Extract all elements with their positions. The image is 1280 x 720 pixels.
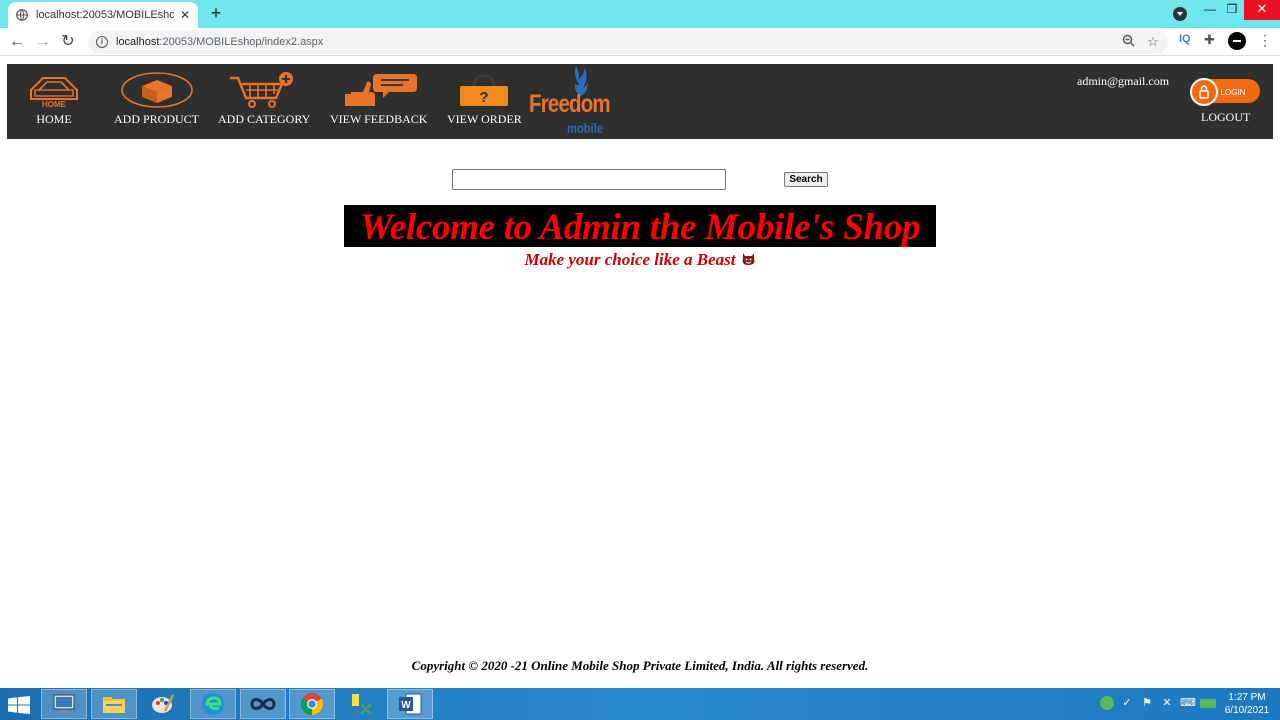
windows-taskbar: W ✓ ⚑ ✕ ⌨ 1:27 PM 6/10/2021	[0, 688, 1280, 720]
url-text: localhost:20053/MOBILEshop/index2.aspx	[116, 36, 324, 48]
nav-view-feedback-label: VIEW FEEDBACK	[330, 112, 428, 126]
browser-toolbar: ← → ↻ i localhost:20053/MOBILEshop/index…	[0, 28, 1280, 56]
taskbar-app-paint[interactable]	[140, 689, 186, 719]
home-icon: HOME	[25, 72, 83, 108]
taskbar-app-tools[interactable]	[338, 689, 384, 719]
restore-button[interactable]: ❐	[1220, 0, 1244, 20]
nav-view-order[interactable]: ? VIEW ORDER	[447, 72, 522, 127]
new-tab-button[interactable]: +	[206, 4, 226, 24]
taskbar-app-edge[interactable]	[190, 689, 236, 719]
network-status-icon[interactable]	[1100, 696, 1114, 710]
svg-text:HOME: HOME	[42, 100, 67, 108]
svg-text:LOGIN: LOGIN	[1221, 88, 1246, 97]
nav-add-category-label: ADD CATEGORY	[218, 112, 311, 126]
nav-view-order-label: VIEW ORDER	[447, 112, 522, 126]
svg-text:W: W	[401, 700, 411, 711]
brand-subtitle: mobile	[567, 120, 604, 136]
user-email: admin@gmail.com	[1077, 74, 1170, 88]
order-bag-icon: ?	[458, 72, 510, 108]
extensions-puzzle-icon[interactable]: ✚	[1204, 32, 1215, 48]
kebab-menu-icon[interactable]: ⋮	[1258, 32, 1272, 49]
taskbar-app-word[interactable]: W	[387, 689, 433, 719]
nav-view-feedback[interactable]: VIEW FEEDBACK	[330, 72, 427, 127]
search-input[interactable]	[452, 169, 726, 190]
iq-extension-icon[interactable]: IQ	[1179, 33, 1191, 45]
zoom-icon[interactable]	[1120, 34, 1136, 50]
computer-icon	[53, 694, 75, 713]
clipboard-icon[interactable]: ✓	[1120, 696, 1134, 710]
chrome-icon	[301, 693, 323, 715]
taskbar-app-chrome[interactable]	[289, 689, 335, 719]
welcome-banner: Welcome to Admin the Mobile's Shop	[344, 205, 936, 247]
bookmark-star-icon[interactable]: ☆	[1145, 34, 1161, 50]
clock-time: 1:27 PM	[1228, 692, 1266, 703]
search-button[interactable]: Search	[784, 172, 828, 187]
clock-date: 6/10/2021	[1224, 705, 1270, 716]
site-header: HOME HOME ADD PRODUCT ADD CATEGORY VIEW …	[7, 64, 1273, 139]
battery-icon[interactable]	[1200, 699, 1216, 708]
language-icon[interactable]: ⌨	[1180, 696, 1196, 710]
devil-emoji-icon	[742, 253, 754, 265]
tagline-row: Make your choice like a Beast	[0, 250, 1280, 270]
browser-tab[interactable]: localhost:20053/MOBILEshop/inc ✕	[8, 2, 198, 28]
system-tray: ✓ ⚑ ✕ ⌨	[1100, 696, 1216, 710]
welcome-title: Welcome to Admin the Mobile's Shop	[359, 207, 921, 247]
tagline-text: Make your choice like a Beast	[524, 250, 736, 269]
folder-icon	[103, 697, 125, 713]
logout-link[interactable]: LOGOUT	[1201, 110, 1250, 125]
box-icon	[120, 72, 194, 108]
paint-palette-icon	[152, 694, 175, 713]
taskbar-app-visual-studio[interactable]	[240, 689, 286, 719]
info-icon[interactable]: i	[96, 36, 108, 48]
close-icon[interactable]: ✕	[180, 8, 190, 22]
taskbar-app-explorer[interactable]	[91, 689, 137, 719]
tab-title: localhost:20053/MOBILEshop/inc	[36, 9, 174, 21]
window-close-button[interactable]: ✕	[1244, 0, 1280, 20]
svg-text:?: ?	[480, 89, 489, 106]
feedback-icon	[341, 72, 417, 108]
nav-add-product-label: ADD PRODUCT	[114, 112, 200, 126]
address-bar[interactable]: i localhost:20053/MOBILEshop/index2.aspx…	[88, 30, 1168, 54]
browser-tab-strip: localhost:20053/MOBILEshop/inc ✕ + — ❐ ✕	[0, 0, 1280, 28]
forward-arrow-icon[interactable]: →	[33, 32, 53, 52]
nav-home-label: HOME	[36, 112, 72, 126]
word-icon: W	[399, 693, 422, 715]
nav-home[interactable]: HOME HOME	[25, 72, 83, 127]
nav-add-product[interactable]: ADD PRODUCT	[114, 72, 199, 127]
flag-icon[interactable]: ⚑	[1140, 696, 1154, 710]
volume-muted-icon[interactable]: ✕	[1160, 696, 1174, 710]
back-arrow-icon[interactable]: ←	[7, 32, 27, 52]
tab-search-icon[interactable]	[1173, 7, 1187, 21]
edge-icon	[202, 693, 224, 715]
tools-icon	[352, 694, 372, 715]
nav-add-category[interactable]: ADD CATEGORY	[218, 72, 310, 127]
minimize-button[interactable]: —	[1198, 0, 1222, 20]
windows-start-icon[interactable]	[8, 696, 30, 714]
globe-icon	[16, 9, 28, 21]
footer-copyright: Copyright © 2020 -21 Online Mobile Shop …	[411, 658, 869, 673]
taskbar-app-remote[interactable]	[41, 689, 87, 719]
brand-logo[interactable]: Freedom mobile	[529, 66, 611, 138]
cart-add-icon	[228, 72, 300, 108]
login-badge[interactable]: LOGIN	[1190, 77, 1260, 107]
taskbar-clock[interactable]: 1:27 PM 6/10/2021	[1218, 691, 1276, 717]
profile-avatar[interactable]	[1228, 32, 1246, 50]
brand-name: Freedom	[529, 90, 611, 118]
reload-icon[interactable]: ↻	[58, 32, 78, 52]
infinity-icon	[250, 698, 276, 710]
